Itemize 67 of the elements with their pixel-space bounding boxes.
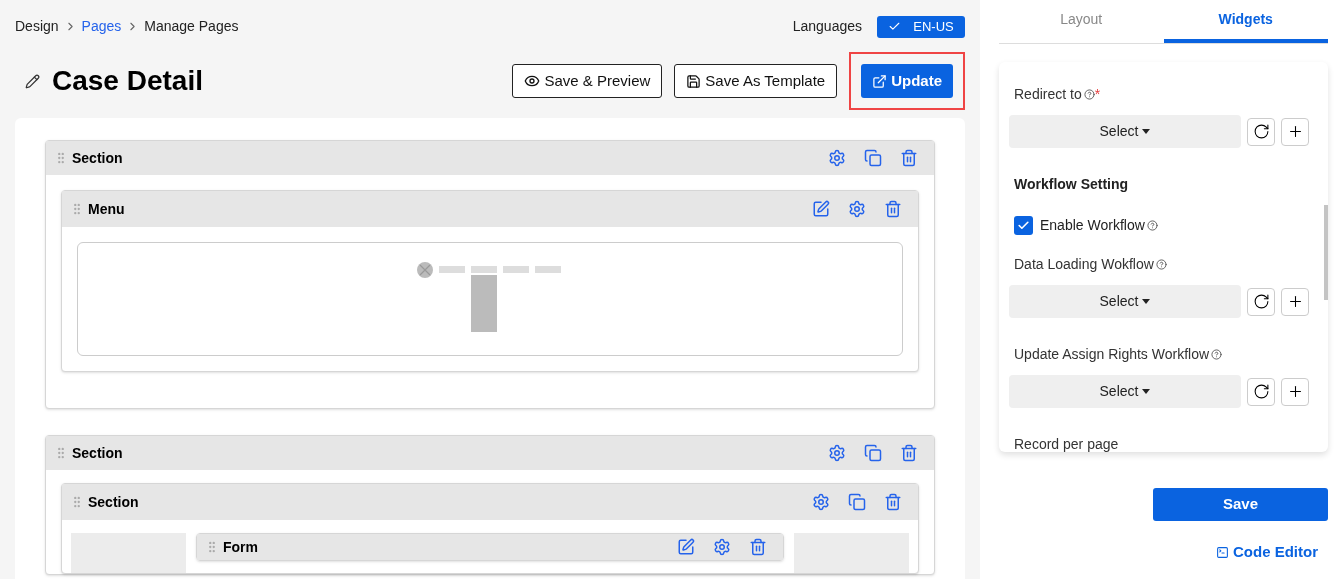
refresh-button[interactable]	[1247, 117, 1275, 146]
eye-icon	[524, 73, 541, 89]
caret-icon	[1142, 129, 1151, 134]
settings-icon[interactable]	[713, 538, 731, 556]
action-button[interactable]: Save & Preview	[512, 64, 663, 98]
edit-icon[interactable]	[677, 538, 695, 556]
refresh-icon	[1252, 383, 1270, 400]
delete-icon[interactable]	[900, 149, 918, 167]
select-dropdown[interactable]: Select	[1009, 285, 1241, 318]
panel-title: Form	[223, 537, 258, 557]
panel-title: Menu	[88, 199, 125, 219]
panel-title: Section	[72, 443, 123, 463]
languages-label: Languages	[792, 17, 862, 36]
field-label: Redirect to	[1014, 85, 1082, 104]
help-icon[interactable]	[1083, 89, 1095, 100]
pencil-icon[interactable]	[25, 73, 40, 89]
breadcrumb-item[interactable]: Pages	[81, 16, 122, 37]
help-icon[interactable]	[1146, 220, 1158, 231]
tab[interactable]: Widgets	[1163, 0, 1328, 43]
save-button[interactable]: Save	[1153, 488, 1328, 521]
action-button[interactable]: Save As Template	[674, 64, 838, 98]
help-icon[interactable]	[1155, 259, 1167, 270]
refresh-button[interactable]	[1247, 377, 1275, 406]
panel-title: Section	[88, 492, 139, 512]
settings-icon[interactable]	[828, 444, 846, 462]
settings-icon[interactable]	[828, 149, 846, 167]
language-badge[interactable]: EN-US	[877, 15, 965, 38]
help-icon[interactable]	[1211, 349, 1223, 360]
field-label: Data Loading Wokflow	[1014, 255, 1154, 274]
settings-icon[interactable]	[812, 493, 830, 511]
add-button[interactable]	[1281, 117, 1309, 146]
edit-icon[interactable]	[812, 200, 830, 218]
caret-icon	[1142, 299, 1151, 304]
delete-icon[interactable]	[884, 200, 902, 218]
settings-icon[interactable]	[848, 200, 866, 218]
save-icon	[686, 73, 702, 89]
delete-icon[interactable]	[749, 538, 767, 556]
panel-title: Section	[72, 148, 123, 168]
external-link-icon	[872, 73, 888, 89]
scrollbar[interactable]	[1324, 205, 1328, 300]
terminal-icon	[1216, 545, 1229, 559]
refresh-icon	[1252, 293, 1270, 310]
delete-icon[interactable]	[884, 493, 902, 511]
field-label: Update Assign Rights Workflow	[1014, 345, 1210, 364]
select-dropdown[interactable]: Select	[1009, 115, 1241, 148]
breadcrumb-item: Design	[15, 17, 59, 36]
checkbox-label: Enable Workflow	[1040, 216, 1145, 235]
page-title: Case Detail	[52, 64, 203, 98]
add-button[interactable]	[1281, 287, 1309, 316]
check-icon	[1017, 219, 1030, 232]
copy-icon[interactable]	[864, 149, 882, 167]
field-label: Record per page	[1013, 435, 1120, 452]
copy-icon[interactable]	[864, 444, 882, 462]
tab[interactable]: Layout	[999, 0, 1164, 43]
action-button[interactable]: Update	[861, 64, 953, 98]
code-editor-link[interactable]: Code Editor	[1216, 541, 1318, 564]
checkbox[interactable]	[1014, 216, 1033, 235]
refresh-icon	[1252, 123, 1270, 140]
delete-icon[interactable]	[900, 444, 918, 462]
section-heading: Workflow Setting	[1013, 175, 1130, 194]
caret-icon	[1142, 389, 1151, 394]
add-button[interactable]	[1281, 377, 1309, 406]
select-dropdown[interactable]: Select	[1009, 375, 1241, 408]
refresh-button[interactable]	[1247, 287, 1275, 316]
breadcrumb-item: Manage Pages	[144, 17, 239, 36]
copy-icon[interactable]	[848, 493, 866, 511]
required-mark: *	[1094, 85, 1101, 104]
